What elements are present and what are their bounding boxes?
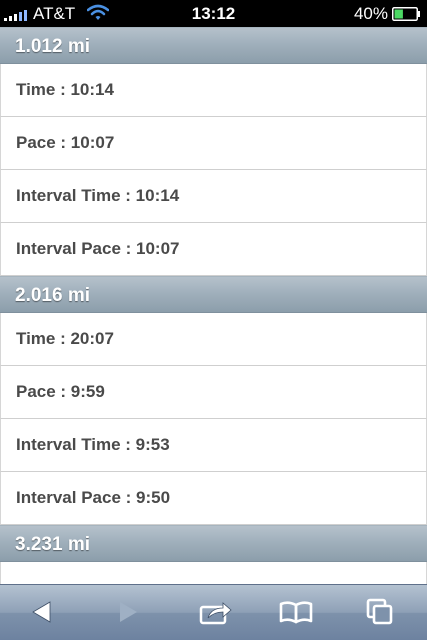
list-item: Pace : 9:59 <box>0 366 427 419</box>
list-item: Interval Time : 10:14 <box>0 170 427 223</box>
share-icon <box>199 602 232 625</box>
forward-arrow-icon <box>120 602 137 622</box>
status-bar: AT&T 13:12 40% <box>0 0 427 27</box>
battery-percentage: 40% <box>353 4 388 23</box>
back-arrow-icon <box>32 601 51 623</box>
pages-icon <box>366 598 393 625</box>
share-button[interactable] <box>196 595 236 629</box>
bookmarks-button[interactable] <box>276 595 316 629</box>
list-item <box>0 562 427 584</box>
section-header-mile-2: 2.016 mi <box>0 276 427 313</box>
back-button[interactable] <box>22 595 62 629</box>
forward-button[interactable] <box>108 595 148 629</box>
list-item: Interval Pace : 9:50 <box>0 472 427 525</box>
section-header-mile-3: 3.231 mi <box>0 525 427 562</box>
list-item: Interval Pace : 10:07 <box>0 223 427 276</box>
list-item: Time : 20:07 <box>0 313 427 366</box>
section-2: 2.016 mi Time : 20:07 Pace : 9:59 Interv… <box>0 276 427 525</box>
bookmarks-book-icon <box>279 601 313 624</box>
battery-icon <box>392 7 420 21</box>
list-item: Pace : 10:07 <box>0 117 427 170</box>
list-item: Time : 10:14 <box>0 64 427 117</box>
list-item: Interval Time : 9:53 <box>0 419 427 472</box>
section-1: 1.012 mi Time : 10:14 Pace : 10:07 Inter… <box>0 27 427 276</box>
pages-button[interactable] <box>360 595 400 629</box>
intervals-list[interactable]: 1.012 mi Time : 10:14 Pace : 10:07 Inter… <box>0 27 427 584</box>
section-3: 3.231 mi <box>0 525 427 584</box>
browser-toolbar <box>0 584 427 640</box>
section-header-mile-1: 1.012 mi <box>0 27 427 64</box>
